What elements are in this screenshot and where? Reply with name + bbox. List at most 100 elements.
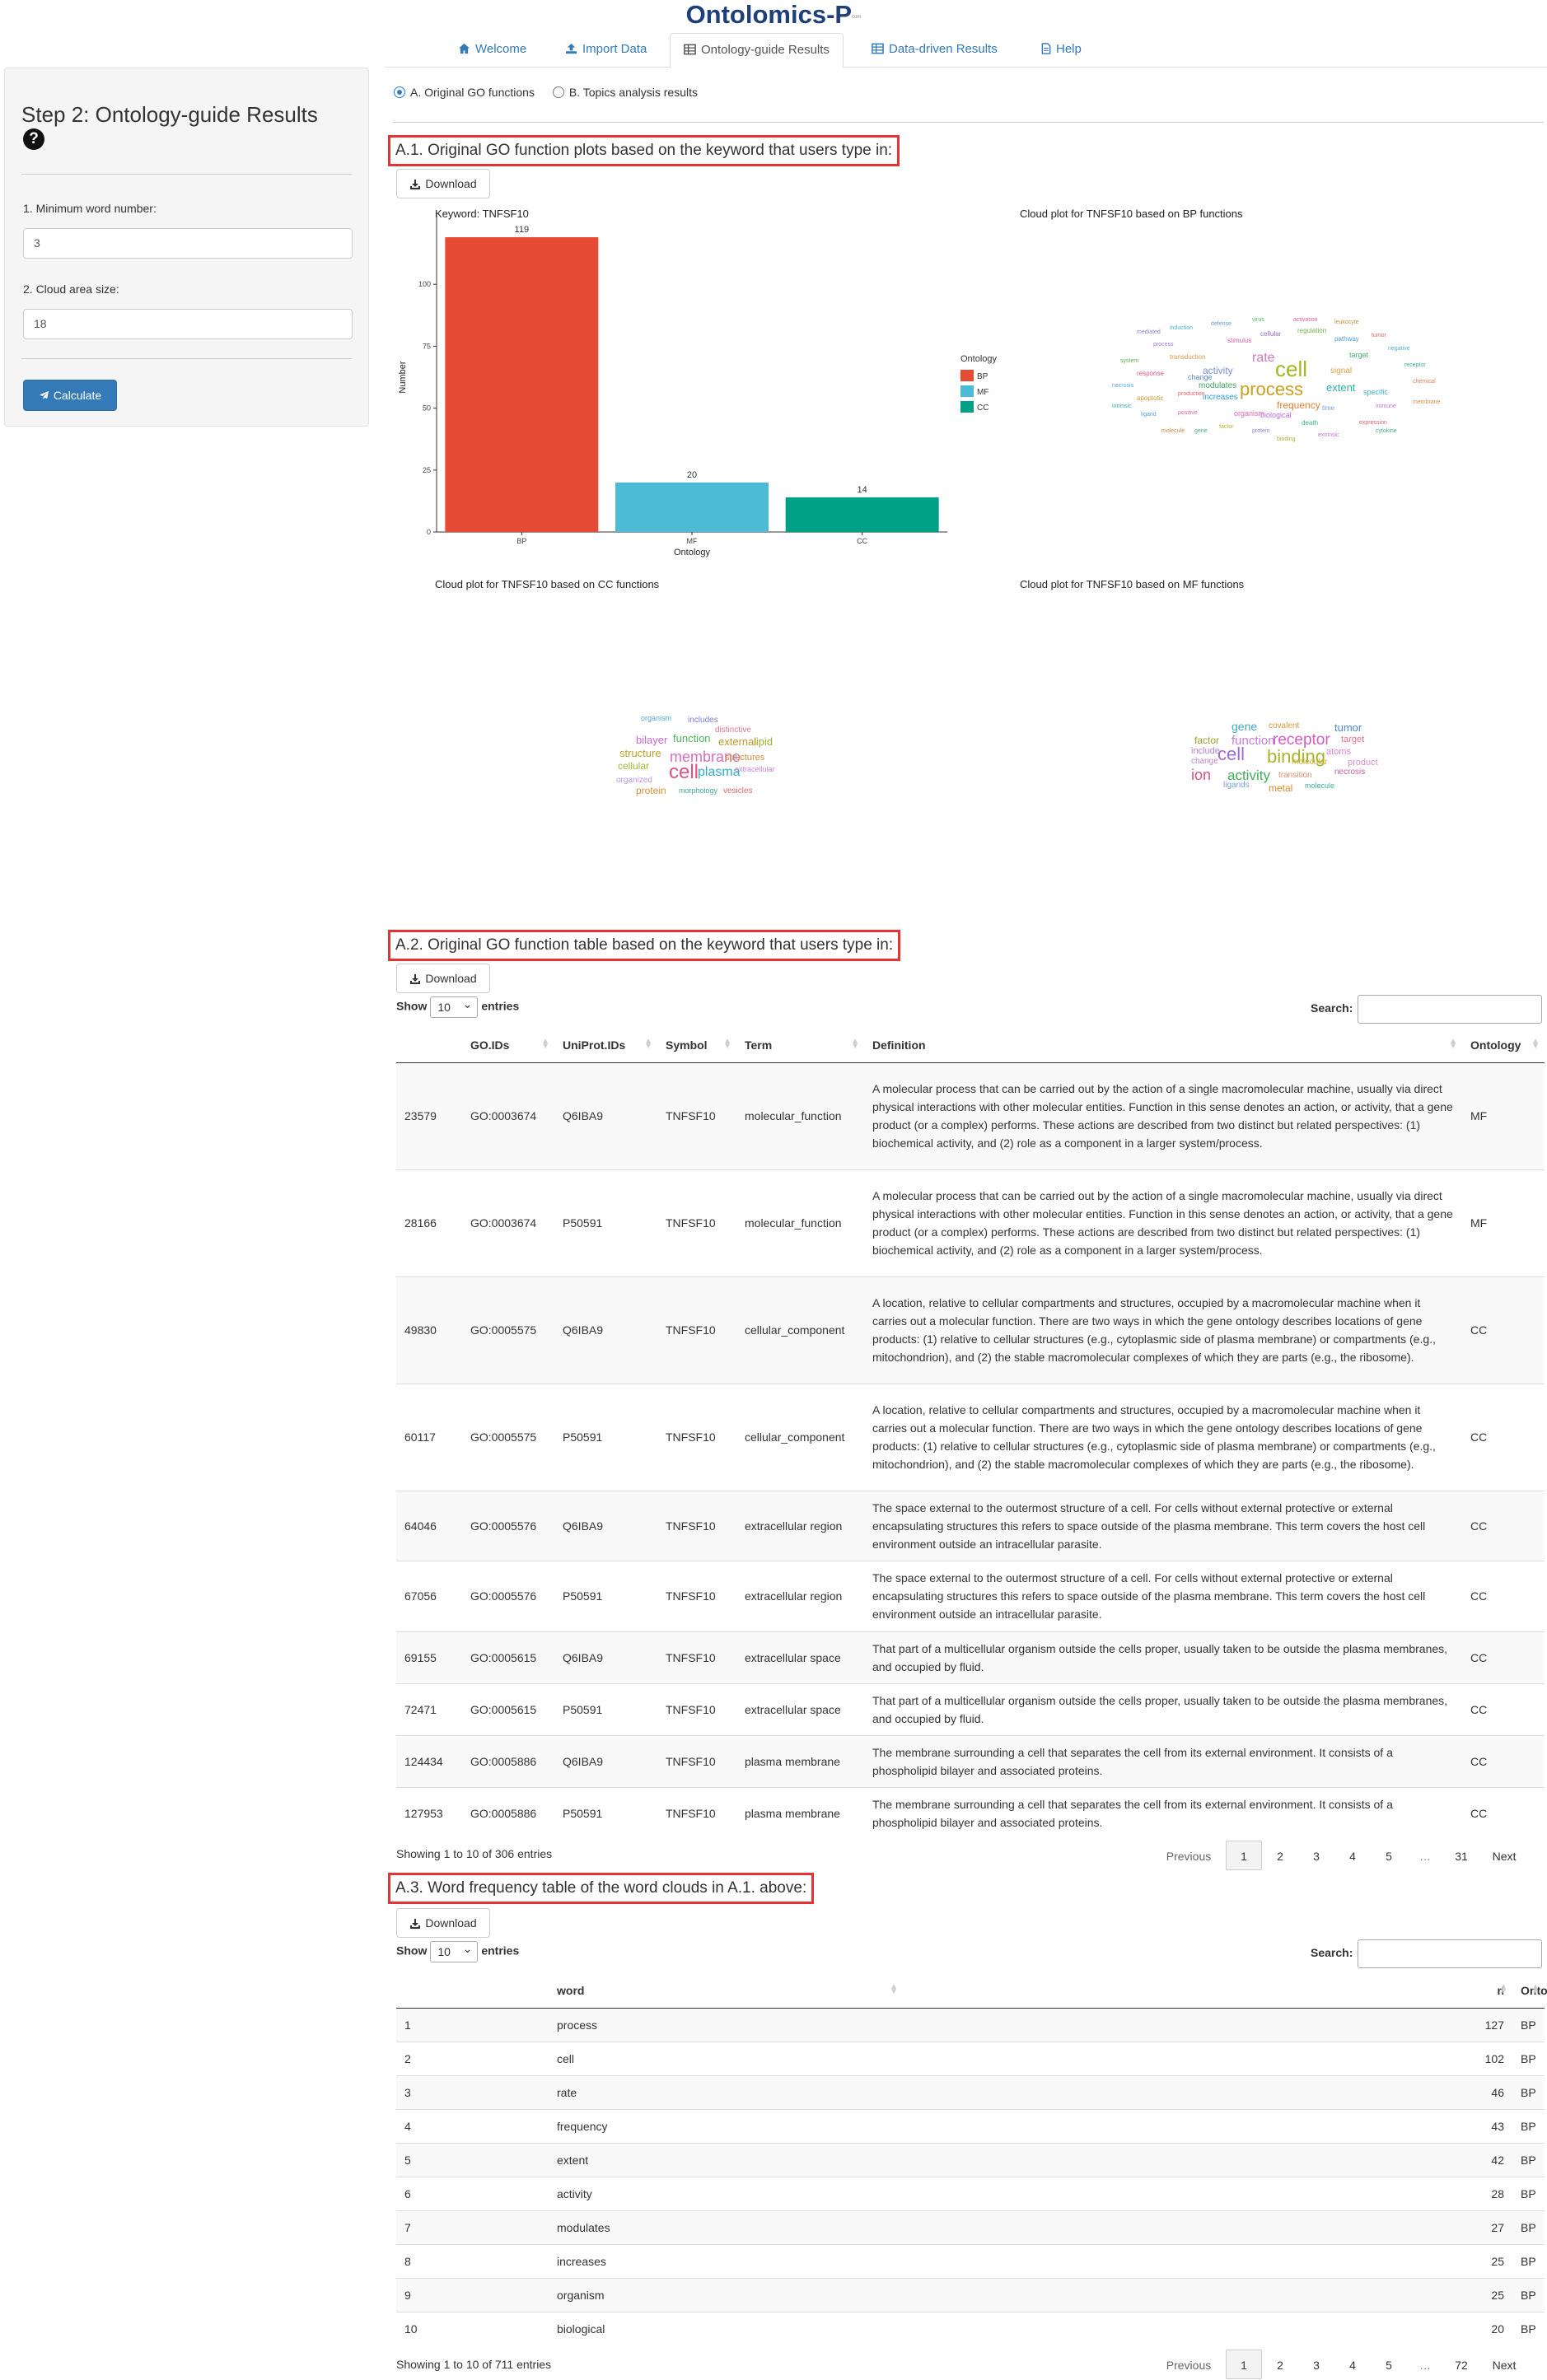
pagination-next[interactable]: Next xyxy=(1479,2350,1529,2380)
column-header[interactable]: UniProt.IDs ▲ ▼ xyxy=(554,1028,657,1063)
table-row[interactable]: 1 process 127 BP xyxy=(396,2007,1545,2042)
y-tick-label: 0 xyxy=(427,528,431,536)
radio-button-unchecked[interactable] xyxy=(552,86,564,98)
search-input[interactable] xyxy=(1358,1939,1543,1968)
pagination-page[interactable]: 3 xyxy=(1298,1841,1334,1871)
column-header[interactable]: n ▲ ▼ xyxy=(903,1973,1512,2009)
pagination-page[interactable]: 4 xyxy=(1334,1841,1371,1871)
pagination-page[interactable]: 3 xyxy=(1298,2350,1334,2380)
pagination-page[interactable]: 31 xyxy=(1443,1841,1479,1871)
table-row[interactable]: 7 modulates 27 BP xyxy=(396,2210,1545,2244)
table-cell: 27 xyxy=(903,2210,1512,2244)
table-row[interactable]: 49830 GO:0005575 Q6IBA9 TNFSF10 cellular_com… xyxy=(396,1276,1545,1384)
table-row[interactable]: 5 extent 42 BP xyxy=(396,2142,1545,2177)
sort-icon[interactable]: ▲ ▼ xyxy=(1531,1983,1540,1996)
section-a3-title: A.3. Word frequency table of the word cl… xyxy=(388,1873,815,1904)
cloud-word: increases xyxy=(1203,393,1238,402)
table-cell: modulates xyxy=(549,2210,903,2244)
tab-data-driven-results[interactable]: Data-driven Results xyxy=(858,33,1011,68)
pagination-next[interactable]: Next xyxy=(1479,1841,1529,1871)
table-row[interactable]: 124434 GO:0005886 Q6IBA9 TNFSF10 plasma memb… xyxy=(396,1734,1545,1787)
column-header[interactable]: Symbol ▲ ▼ xyxy=(657,1028,736,1063)
sidebar-divider xyxy=(21,174,352,175)
bp-word-cloud: cell process rate activity extent frequency mo… xyxy=(1087,313,1450,453)
a3-download-button[interactable]: Download xyxy=(396,1908,490,1938)
table-row[interactable]: 9 organism 25 BP xyxy=(396,2277,1545,2312)
column-header[interactable]: GO.IDs ▲ ▼ xyxy=(462,1028,554,1063)
tab-help[interactable]: Help xyxy=(1028,33,1095,68)
calculate-button[interactable]: Calculate xyxy=(23,380,117,411)
table-row[interactable]: 60117 GO:0005575 P50591 TNFSF10 cellular_com… xyxy=(396,1383,1545,1491)
pagination-page[interactable]: 2 xyxy=(1262,2350,1298,2380)
cloud-area-label: 2. Cloud area size: xyxy=(23,282,119,296)
cloud-word: time xyxy=(1322,404,1335,412)
pagination-page[interactable]: 1 xyxy=(1226,1841,1262,1870)
column-header xyxy=(396,1973,549,2009)
sort-icon[interactable]: ▲ ▼ xyxy=(1499,1983,1507,1996)
table-cell: 127953 xyxy=(396,1786,462,1839)
page-length-select[interactable]: 10 xyxy=(430,1939,479,1962)
table-row[interactable]: 69155 GO:0005615 Q6IBA9 TNFSF10 extracellula… xyxy=(396,1631,1545,1683)
table-row[interactable]: 23579 GO:0003674 Q6IBA9 TNFSF10 molecular_fu… xyxy=(396,1062,1545,1169)
table-cell: 10 xyxy=(396,2311,549,2345)
sort-icon[interactable]: ▲ ▼ xyxy=(541,1038,549,1051)
page-length-select[interactable]: 10 xyxy=(430,994,479,1018)
radio-original-go[interactable]: A. Original GO functions xyxy=(394,86,535,99)
table-row[interactable]: 4 frequency 43 BP xyxy=(396,2108,1545,2143)
table-cell: CC xyxy=(1462,1383,1545,1491)
table-header-row: GO.IDs ▲ ▼ UniProt.IDs ▲ ▼ Symbol ▲ ▼ Term ▲ ▼ Defin… xyxy=(396,1028,1545,1063)
column-header[interactable]: Term ▲ ▼ xyxy=(736,1028,864,1063)
table-row[interactable]: 127953 GO:0005886 P50591 TNFSF10 plasma memb… xyxy=(396,1786,1545,1839)
table-cell: BP xyxy=(1512,2210,1545,2244)
sort-icon[interactable]: ▲ ▼ xyxy=(890,1983,898,1996)
pagination-page[interactable]: 5 xyxy=(1371,1841,1407,1871)
table-row[interactable]: 3 rate 46 BP xyxy=(396,2074,1545,2109)
cloud-word: mediated xyxy=(1137,329,1161,335)
radio-topics-analysis[interactable]: B. Topics analysis results xyxy=(552,86,698,99)
table-cell: BP xyxy=(1512,2243,1545,2278)
column-header[interactable]: word ▲ ▼ xyxy=(549,1973,903,2009)
sort-icon[interactable]: ▲ ▼ xyxy=(1449,1038,1457,1051)
pagination-previous[interactable]: Previous xyxy=(1152,1841,1226,1871)
table-row[interactable]: 2 cell 102 BP xyxy=(396,2041,1545,2075)
cloud-area-input[interactable]: 18 xyxy=(23,309,353,339)
column-header[interactable]: Definition ▲ ▼ xyxy=(864,1028,1462,1063)
search-input[interactable] xyxy=(1358,995,1543,1024)
radio-button-checked[interactable] xyxy=(394,86,405,98)
table-row[interactable]: 28166 GO:0003674 P50591 TNFSF10 molecular_fu… xyxy=(396,1169,1545,1276)
sort-icon[interactable]: ▲ ▼ xyxy=(1531,1038,1540,1051)
pagination-previous[interactable]: Previous xyxy=(1152,2350,1226,2380)
table-cell: TNFSF10 xyxy=(657,1490,736,1561)
table-row[interactable]: 6 activity 28 BP xyxy=(396,2176,1545,2210)
legend-item-cc: CC xyxy=(960,401,997,417)
table-cell: MF xyxy=(1462,1169,1545,1276)
cloud-word: cellular xyxy=(1260,330,1282,338)
cloud-word: response xyxy=(1137,370,1164,377)
pagination-page[interactable]: 1 xyxy=(1226,2350,1262,2379)
table-row[interactable]: 10 biological 20 BP xyxy=(396,2311,1545,2345)
a2-download-button[interactable]: Download xyxy=(396,964,490,993)
table-icon xyxy=(684,44,696,55)
a1-download-button[interactable]: Download xyxy=(396,169,490,198)
sort-icon[interactable]: ▲ ▼ xyxy=(644,1038,652,1051)
pagination-page[interactable]: 72 xyxy=(1443,2350,1479,2380)
pagination-page[interactable]: 5 xyxy=(1371,2350,1407,2380)
help-circle-icon[interactable]: ? xyxy=(23,128,44,150)
tab-welcome[interactable]: Welcome xyxy=(445,33,540,68)
table-cell: CC xyxy=(1462,1682,1545,1735)
table-row[interactable]: 64046 GO:0005576 Q6IBA9 TNFSF10 extracellula… xyxy=(396,1490,1545,1561)
pagination-page[interactable]: 2 xyxy=(1262,1841,1298,1871)
sort-icon[interactable]: ▲ ▼ xyxy=(723,1038,731,1051)
tab-import-data[interactable]: Import Data xyxy=(552,33,660,68)
table-cell: 25 xyxy=(903,2243,1512,2278)
table-row[interactable]: 72471 GO:0005615 P50591 TNFSF10 extracellula… xyxy=(396,1682,1545,1735)
sort-icon[interactable]: ▲ ▼ xyxy=(851,1038,859,1051)
table-row[interactable]: 67056 GO:0005576 P50591 TNFSF10 extracellula… xyxy=(396,1560,1545,1631)
pagination-page[interactable]: 4 xyxy=(1334,2350,1371,2380)
tab-ontology-guide-results[interactable]: Ontology-guide Results xyxy=(670,33,844,68)
table-cell: 6 xyxy=(396,2176,549,2210)
min-word-input[interactable]: 3 xyxy=(23,228,353,259)
column-header[interactable]: Ontology▲▼ xyxy=(1462,1028,1545,1063)
table-row[interactable]: 8 increases 25 BP xyxy=(396,2243,1545,2278)
column-header[interactable]: Ontology▲▼ xyxy=(1512,1973,1547,2009)
